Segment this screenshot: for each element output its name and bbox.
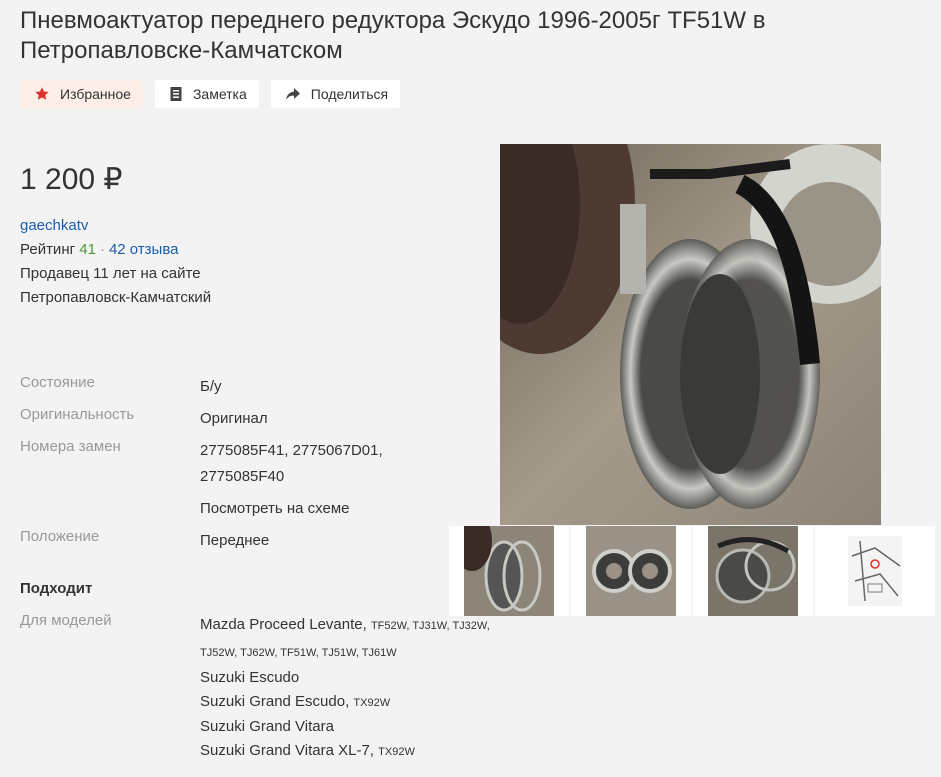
model-item: Suzuki Grand Vitara XL-7, TX92W	[200, 742, 415, 759]
star-icon	[34, 86, 50, 102]
rating-label: Рейтинг	[20, 241, 76, 258]
thumbnail-4-diagram[interactable]	[815, 526, 935, 616]
share-button[interactable]: Поделиться	[270, 80, 401, 108]
note-icon	[169, 86, 183, 102]
model-item: Suzuki Grand Escudo, TX92W	[200, 693, 391, 710]
main-product-photo[interactable]	[500, 144, 881, 525]
rating-value: 41	[79, 241, 96, 258]
note-button[interactable]: Заметка	[154, 80, 259, 108]
fits-heading: Подходит	[20, 580, 93, 597]
model-item: Mazda Proceed Levante, TF52W, TJ31W, TJ3…	[200, 616, 490, 659]
seller-block: gaechkatv Рейтинг 41 · 42 отзыва Продавец …	[20, 214, 211, 310]
replacements-links[interactable]: 2775085F41, 2775067D01, 2775085F40	[200, 438, 415, 490]
seller-name-link[interactable]: gaechkatv	[20, 217, 88, 234]
models-list: Mazda Proceed Levante, TF52W, TJ31W, TJ3…	[200, 612, 520, 764]
spec-value: Оригинал	[200, 410, 268, 427]
share-label: Поделиться	[310, 86, 389, 102]
model-item: Suzuki Escudo	[200, 669, 300, 686]
seller-rating-line: Рейтинг 41 · 42 отзыва	[20, 238, 211, 262]
spec-label: Положение	[20, 528, 100, 545]
action-bar: Избранное Заметка Поделиться	[20, 80, 401, 108]
spec-label: Состояние	[20, 374, 95, 391]
model-item: Suzuki Grand Vitara	[200, 718, 334, 735]
models-label: Для моделей	[20, 612, 112, 629]
thumbnail-2[interactable]	[571, 526, 691, 616]
reviews-link[interactable]: 42 отзыва	[109, 241, 179, 258]
separator-dot: ·	[99, 241, 105, 258]
note-label: Заметка	[192, 86, 247, 102]
share-arrow-icon	[285, 87, 301, 101]
seller-city: Петропавловск-Камчатский	[20, 289, 212, 306]
thumbnail-3[interactable]	[693, 526, 813, 616]
spec-label: Номера замен	[20, 438, 121, 455]
thumbnail-strip	[449, 526, 937, 616]
favorite-button[interactable]: Избранное	[20, 80, 143, 108]
favorite-label: Избранное	[60, 86, 131, 102]
price: 1 200 ₽	[20, 163, 123, 196]
seller-since: Продавец 11 лет на сайте	[20, 265, 201, 282]
spec-value: Б/у	[200, 378, 222, 395]
page-title: Пневмоактуатор переднего редуктора Эскуд…	[20, 7, 766, 64]
view-scheme-link[interactable]: Посмотреть на схеме	[200, 496, 520, 522]
thumbnail-1[interactable]	[449, 526, 569, 616]
spec-label: Оригинальность	[20, 406, 135, 423]
